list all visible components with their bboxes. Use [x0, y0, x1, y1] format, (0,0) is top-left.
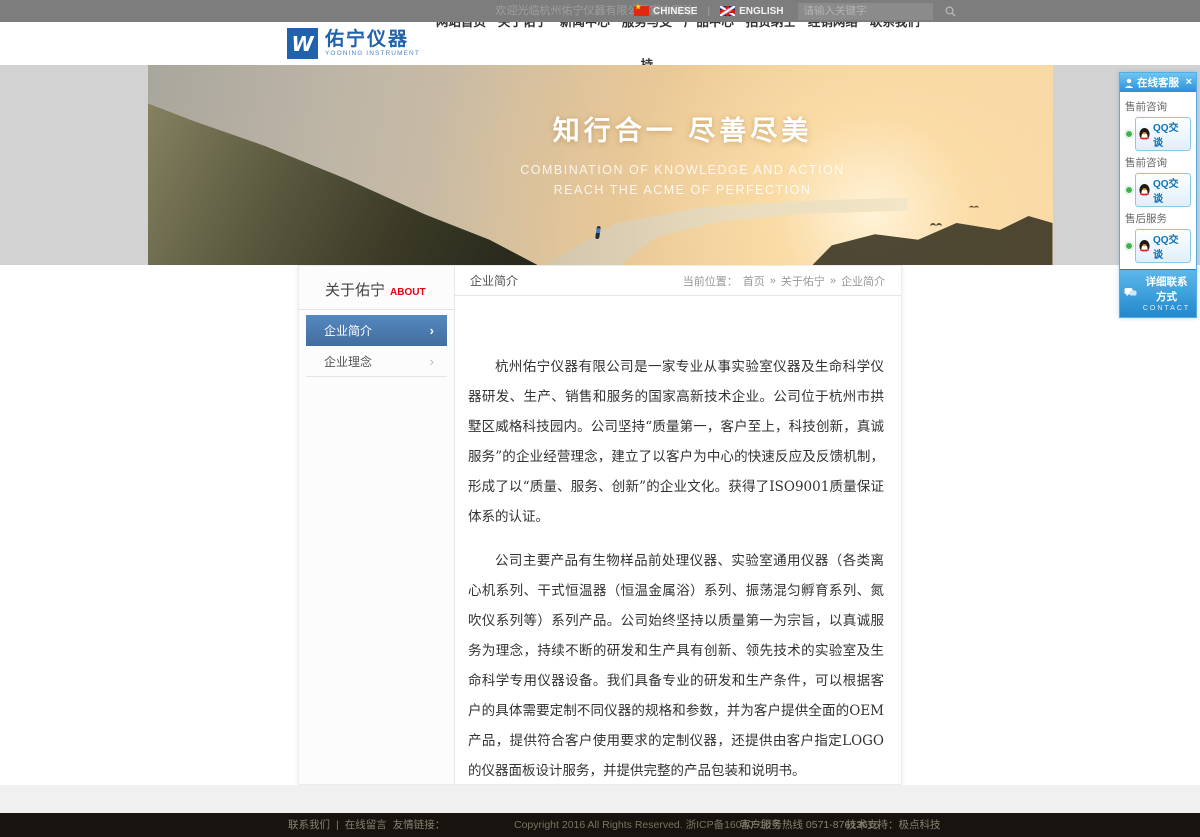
- lang-english-link[interactable]: ENGLISH: [720, 6, 783, 17]
- content-card: 关于佑宁 ABOUT 企业简介 › 企业理念 › 企业简介 当前位置： 首页: [298, 265, 902, 785]
- breadcrumb-current: 企业简介: [841, 273, 885, 289]
- breadcrumb: 当前位置： 首页 » 关于佑宁 » 企业简介: [683, 273, 885, 289]
- breadcrumb-separator: »: [770, 275, 776, 287]
- qq-group-label: 售前咨询: [1125, 155, 1191, 170]
- breadcrumb-home[interactable]: 首页: [743, 273, 765, 289]
- sidebar: 关于佑宁 ABOUT 企业简介 › 企业理念 ›: [299, 266, 455, 784]
- online-service-title: 在线客服: [1137, 75, 1186, 90]
- sidebar-item-company-profile[interactable]: 企业简介 ›: [306, 315, 447, 346]
- footer-link-contact[interactable]: 联系我们: [288, 813, 330, 837]
- lang-chinese-link[interactable]: CHINESE: [634, 6, 697, 17]
- search-icon: [945, 6, 956, 17]
- chat-bubbles-icon: [1124, 287, 1137, 299]
- banner-area: 知行合一 尽善尽美 COMBINATION OF KNOWLEDGE AND A…: [0, 65, 1200, 265]
- logo-icon: W: [287, 28, 318, 59]
- hero-banner: 知行合一 尽善尽美 COMBINATION OF KNOWLEDGE AND A…: [148, 65, 1053, 265]
- qq-chat-label: QQ交谈: [1153, 231, 1186, 261]
- qq-chat-button[interactable]: QQ交谈: [1135, 173, 1191, 207]
- logo[interactable]: W 佑宁仪器 YOONING INSTRUMENT: [287, 28, 420, 59]
- chevron-right-icon: ›: [430, 354, 434, 369]
- contact-detail-text: 详细联系方式 CONTACT: [1141, 274, 1192, 312]
- qq-chat-button[interactable]: QQ交谈: [1135, 117, 1191, 151]
- topbar-right: CHINESE | ENGLISH: [634, 0, 933, 22]
- footer-link-message[interactable]: 在线留言: [345, 813, 387, 837]
- article-body: 杭州佑宁仪器有限公司是一家专业从事实验室仪器及生命科学仪器研发、生产、销售和服务…: [455, 296, 901, 785]
- contact-detail-title: 详细联系方式: [1141, 274, 1192, 304]
- qq-row: QQ交谈: [1125, 117, 1191, 151]
- banner-text: 知行合一 尽善尽美 COMBINATION OF KNOWLEDGE AND A…: [448, 109, 918, 197]
- content-area: 关于佑宁 ABOUT 企业简介 › 企业理念 › 企业简介 当前位置： 首页: [0, 265, 1200, 785]
- topbar: 欢迎光临杭州佑宁仪器有限公司官方网站！ CHINESE | ENGLISH: [0, 0, 1200, 22]
- qq-chat-label: QQ交谈: [1153, 119, 1186, 149]
- sidebar-item-label: 企业理念: [324, 353, 372, 370]
- site-footer: 联系我们 | 在线留言 友情链接： Copyright 2016 All Rig…: [0, 813, 1200, 837]
- qq-chat-label: QQ交谈: [1153, 175, 1186, 205]
- logo-name-cn: 佑宁仪器: [325, 30, 420, 50]
- english-flag-icon: [720, 6, 735, 16]
- logo-name-en: YOONING INSTRUMENT: [325, 50, 420, 57]
- sidebar-item-company-philosophy[interactable]: 企业理念 ›: [306, 346, 447, 377]
- contact-detail-button[interactable]: 详细联系方式 CONTACT: [1120, 269, 1196, 317]
- qq-group-label: 售前咨询: [1125, 99, 1191, 114]
- footer-links: 联系我们 | 在线留言 友情链接：: [288, 813, 445, 837]
- site-header: W 佑宁仪器 YOONING INSTRUMENT 网站首页 关于佑宁 新闻中心…: [0, 22, 1200, 65]
- online-service-widget: 在线客服 × 售前咨询 QQ交谈 售前咨询 QQ交谈 售后服务 QQ交谈: [1119, 72, 1197, 318]
- contact-detail-subtitle: CONTACT: [1141, 305, 1192, 312]
- lang-chinese-label: CHINESE: [653, 6, 697, 17]
- banner-subtitle-2: REACH THE ACME OF PERFECTION: [448, 183, 918, 197]
- qq-penguin-icon: [1138, 183, 1151, 198]
- close-icon[interactable]: ×: [1186, 77, 1192, 88]
- qq-row: QQ交谈: [1125, 229, 1191, 263]
- chevron-right-icon: ›: [430, 323, 434, 338]
- chinese-flag-icon: [634, 6, 649, 16]
- person-icon: [1124, 78, 1134, 88]
- sidebar-item-label: 企业简介: [324, 322, 372, 339]
- breadcrumb-separator: »: [830, 275, 836, 287]
- welcome-text: 欢迎光临杭州佑宁仪器有限公司官方网站！: [0, 0, 1200, 22]
- profile-paragraph-2: 公司主要产品有生物样品前处理仪器、实验室通用仪器（各类离心机系列、干式恒温器（恒…: [468, 546, 884, 785]
- footer-friend-links[interactable]: 友情链接：: [393, 813, 446, 837]
- banner-title: 知行合一 尽善尽美: [448, 109, 918, 148]
- online-status-icon: [1125, 186, 1133, 194]
- main-panel: 企业简介 当前位置： 首页 » 关于佑宁 » 企业简介 杭州佑宁仪器有限公司是一…: [455, 266, 901, 784]
- lang-english-label: ENGLISH: [739, 6, 783, 17]
- breadcrumb-about[interactable]: 关于佑宁: [781, 273, 825, 289]
- banner-subtitle-1: COMBINATION OF KNOWLEDGE AND ACTION: [448, 163, 918, 177]
- lang-divider: |: [707, 6, 710, 17]
- main-header: 企业简介 当前位置： 首页 » 关于佑宁 » 企业简介: [455, 266, 901, 296]
- footer-tech-support[interactable]: 技术支持：极点科技: [846, 813, 941, 837]
- sidebar-title-en: ABOUT: [390, 287, 426, 298]
- search-box: [798, 3, 933, 20]
- online-service-header: 在线客服 ×: [1120, 73, 1196, 92]
- page-title: 企业简介: [470, 272, 518, 289]
- qq-chat-button[interactable]: QQ交谈: [1135, 229, 1191, 263]
- profile-paragraph-1: 杭州佑宁仪器有限公司是一家专业从事实验室仪器及生命科学仪器研发、生产、销售和服务…: [468, 352, 884, 532]
- online-status-icon: [1125, 242, 1133, 250]
- online-service-body: 售前咨询 QQ交谈 售前咨询 QQ交谈 售后服务 QQ交谈: [1120, 92, 1196, 269]
- qq-group-label: 售后服务: [1125, 211, 1191, 226]
- search-input[interactable]: [798, 5, 945, 17]
- sidebar-header: 关于佑宁 ABOUT: [299, 266, 454, 310]
- sidebar-menu: 企业简介 › 企业理念 ›: [299, 310, 454, 382]
- qq-row: QQ交谈: [1125, 173, 1191, 207]
- bird-icon: [930, 223, 942, 229]
- bottom-strip: [0, 785, 1200, 813]
- logo-text: 佑宁仪器 YOONING INSTRUMENT: [325, 30, 420, 57]
- search-button[interactable]: [945, 3, 956, 20]
- sidebar-title: 关于佑宁: [325, 282, 385, 299]
- online-status-icon: [1125, 130, 1133, 138]
- breadcrumb-label: 当前位置：: [683, 273, 738, 289]
- bird-icon: [969, 206, 979, 211]
- footer-link-divider: |: [336, 813, 339, 837]
- qq-penguin-icon: [1138, 239, 1151, 254]
- qq-penguin-icon: [1138, 127, 1151, 142]
